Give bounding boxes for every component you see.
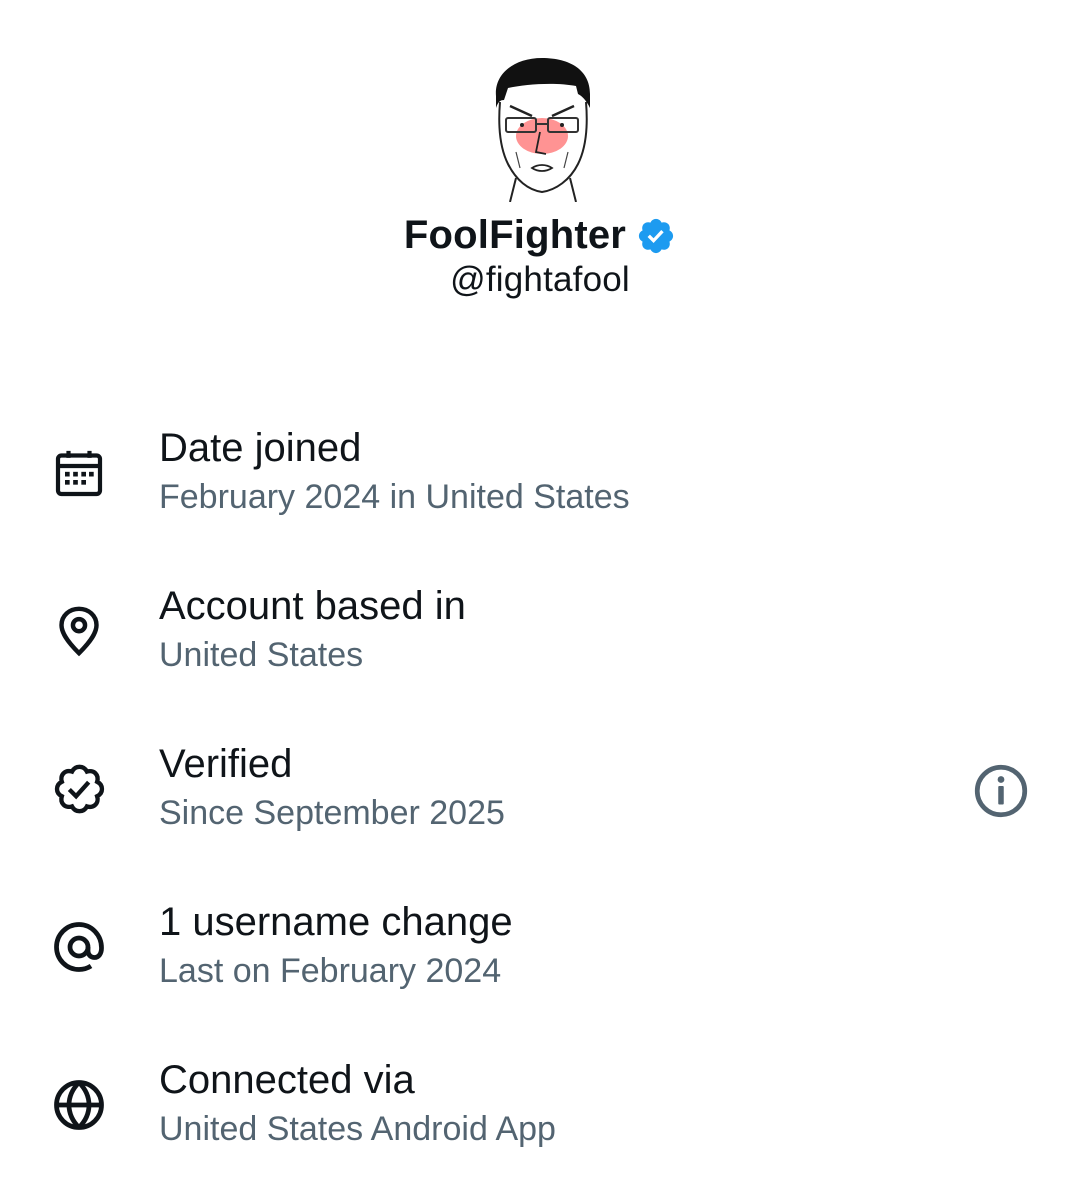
display-name: FoolFighter [403,212,627,257]
row-title: 1 username change [159,900,513,944]
list-item-verified: Verified Since September 2025 [0,736,1080,856]
at-sign-icon [46,914,112,980]
user-handle: @fightafool [450,260,630,299]
list-item-date-joined: Date joined February 2024 in United Stat… [0,420,1080,540]
list-item-username-change: 1 username change Last on February 2024 [0,894,1080,1014]
row-subtitle: United States Android App [159,1110,556,1148]
row-title: Connected via [159,1058,415,1102]
list-item-connected-via: Connected via United States Android App [0,1052,1080,1172]
name-row: FoolFighter [0,206,1080,264]
row-title: Account based in [159,584,466,628]
verified-badge-icon[interactable] [636,216,676,256]
verified-info-button[interactable] [968,758,1034,824]
verified-badge-icon [46,756,112,822]
row-subtitle: February 2024 in United States [159,478,630,516]
location-pin-icon [46,598,112,664]
row-title: Date joined [159,426,362,470]
row-subtitle: Since September 2025 [159,794,505,832]
info-icon [974,764,1028,818]
avatar[interactable] [486,56,598,202]
row-title: Verified [159,742,293,786]
row-subtitle: Last on February 2024 [159,952,502,990]
globe-icon [46,1072,112,1138]
calendar-icon [46,440,112,506]
profile-header: FoolFighter @fightafool [0,0,1080,320]
row-subtitle: United States [159,636,364,674]
list-item-account-based-in: Account based in United States [0,578,1080,698]
